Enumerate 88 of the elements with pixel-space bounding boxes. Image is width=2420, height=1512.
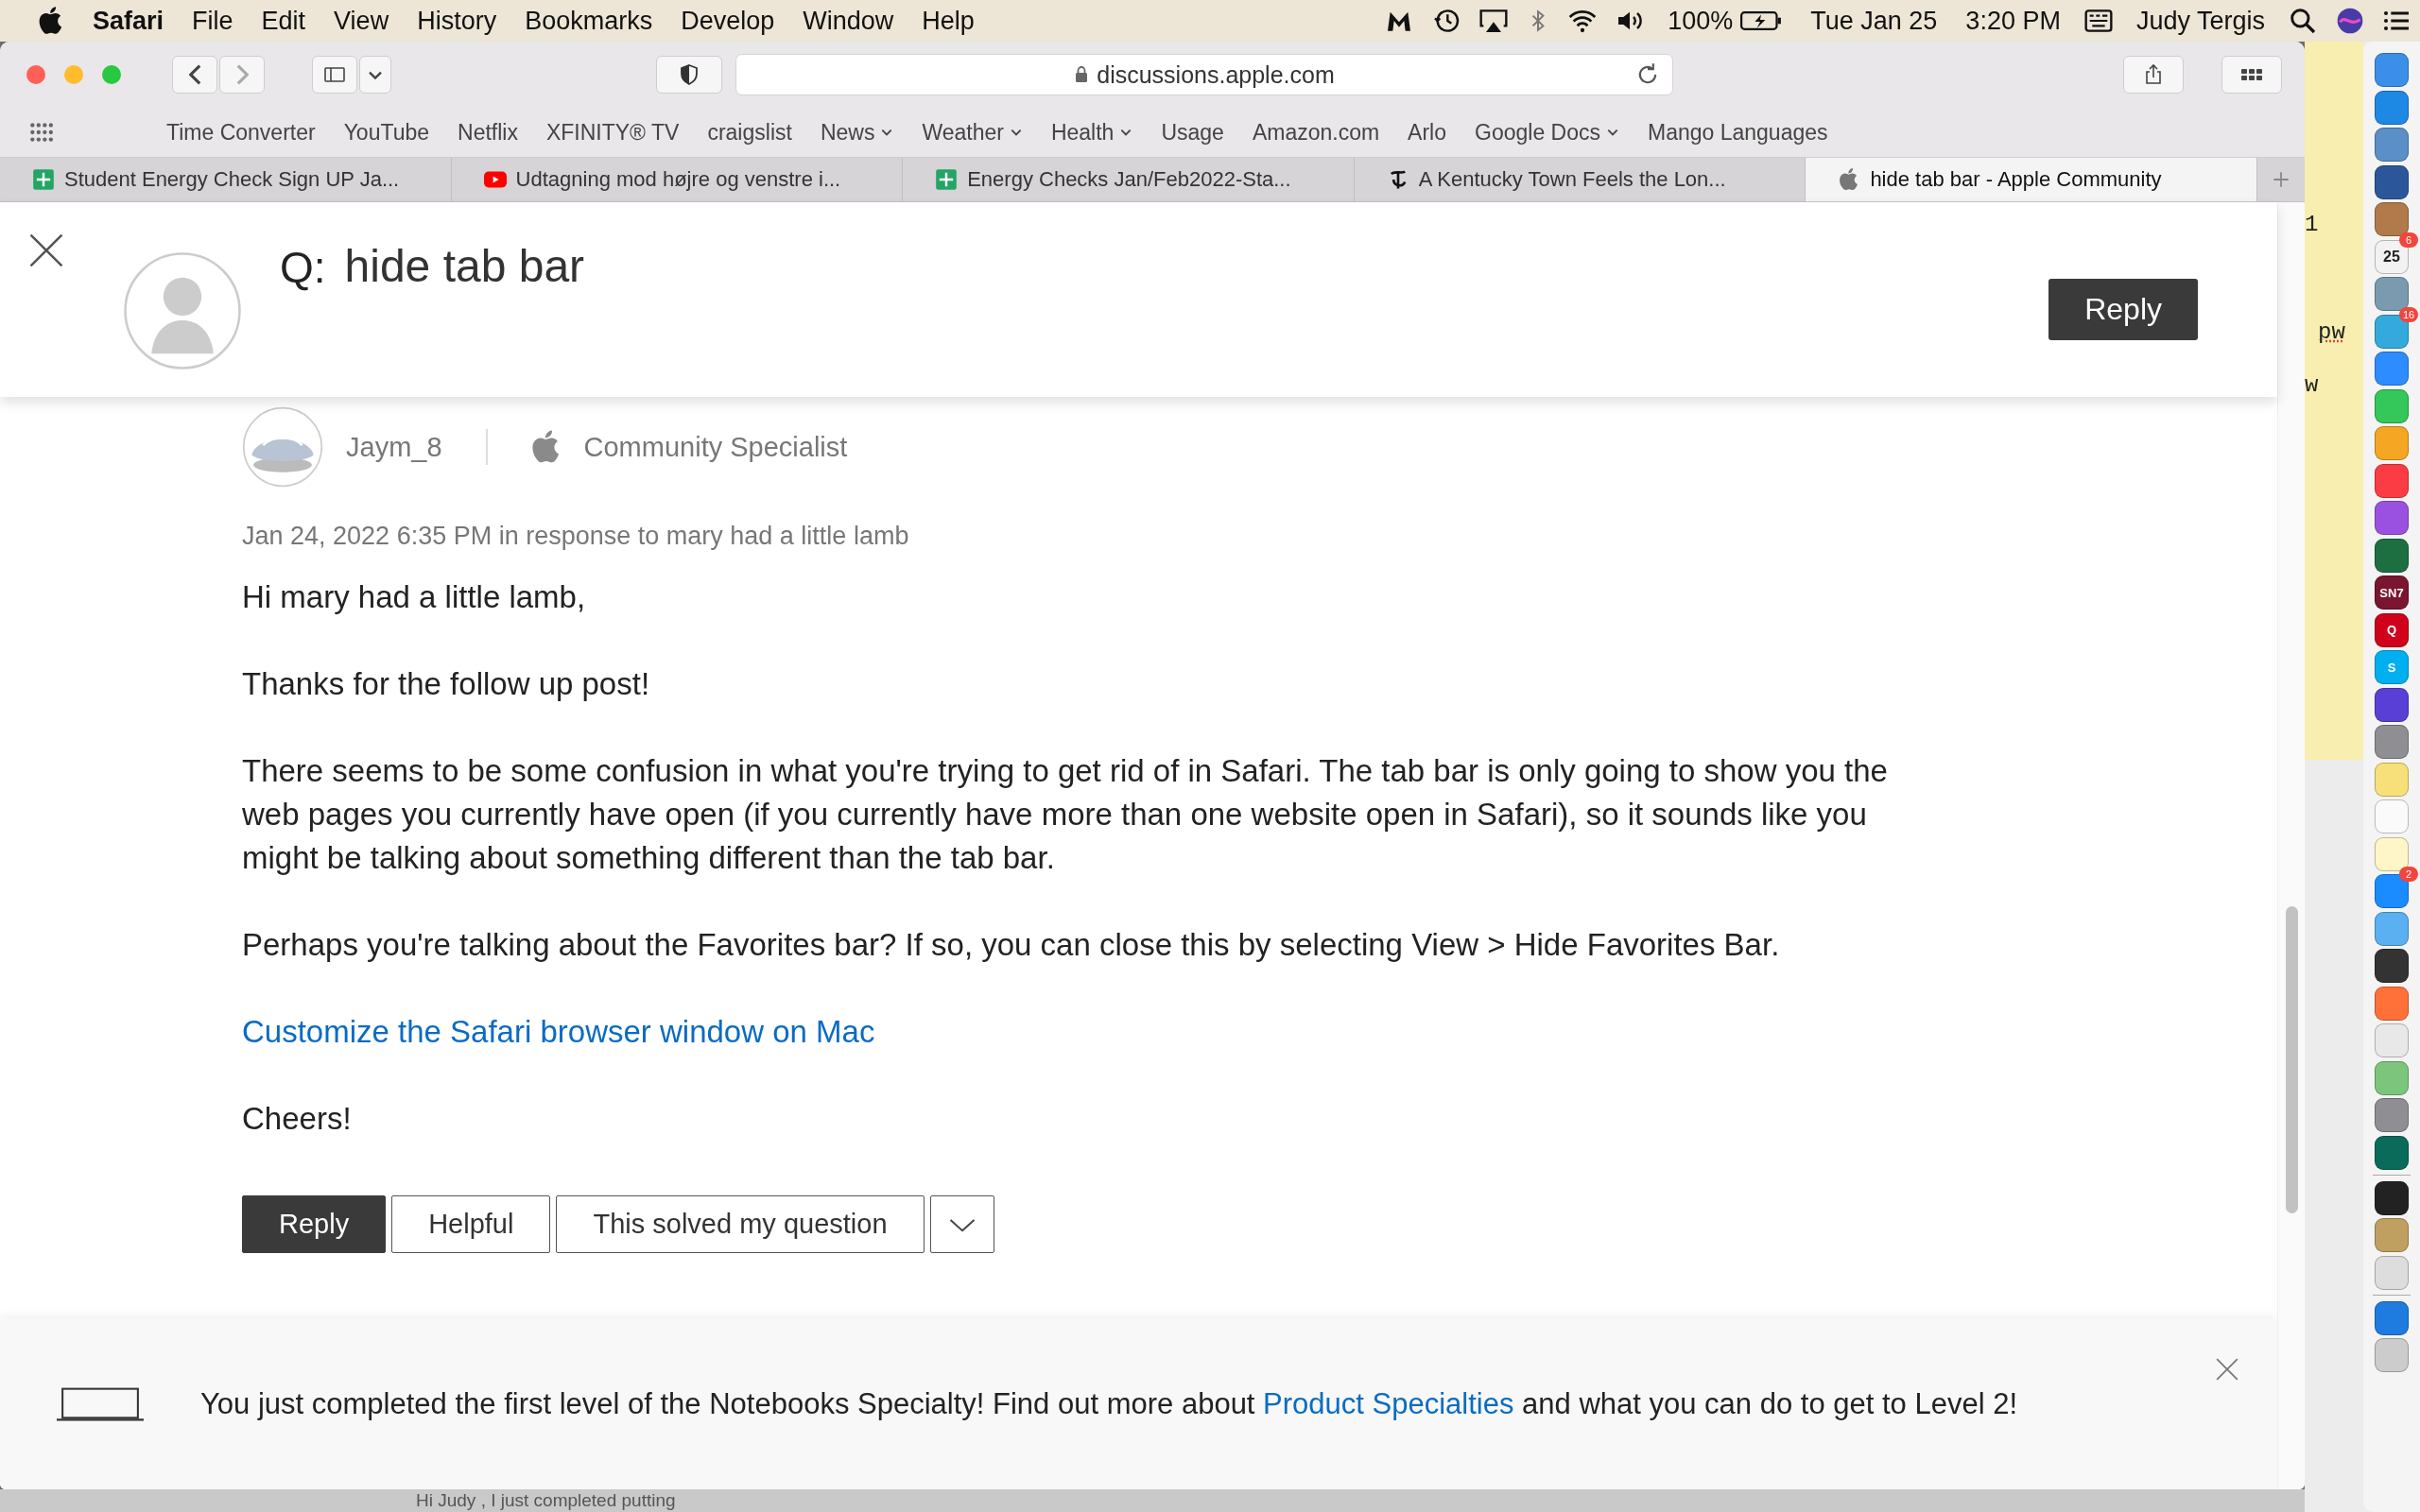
url-text: discussions.apple.com — [1097, 60, 1335, 89]
share-button[interactable] — [2123, 56, 2184, 94]
menu-item[interactable]: History — [417, 6, 497, 36]
bookmark-item[interactable]: Netflix — [458, 119, 518, 146]
post-action-button[interactable]: This solved my question — [556, 1195, 925, 1253]
bookmark-item[interactable]: craigslist — [707, 119, 792, 146]
question-title: hide tab bar — [344, 240, 585, 292]
menu-item[interactable]: Edit — [261, 6, 306, 36]
note-text: 1 — [2305, 212, 2319, 237]
bookmark-item[interactable]: Amazon.com — [1252, 119, 1380, 146]
browser-tab[interactable]: Student Energy Check Sign UP Ja... — [0, 158, 452, 201]
post-paragraph: There seems to be some confusion in what you're trying to get rid of in Safari. The tab bar is only going to show you the web pages you currently have open (if you currently have more than one website open in Safari), so it sounds like you might be talking about something different than the tab bar. — [242, 752, 1889, 877]
back-button[interactable] — [172, 56, 217, 94]
tab-overview-button[interactable] — [2221, 56, 2282, 94]
question-label: Q: — [280, 242, 326, 293]
author-name[interactable]: Jaym_8 — [346, 431, 442, 463]
bookmark-item[interactable]: Time Converter — [166, 119, 316, 146]
notification-badge: 2 — [2399, 867, 2418, 882]
scrollbar-thumb[interactable] — [2286, 906, 2298, 1213]
close-icon[interactable] — [28, 232, 64, 268]
note-text: w — [2305, 372, 2319, 398]
post-action-button[interactable]: Reply — [242, 1195, 387, 1253]
orb-icon[interactable] — [2335, 6, 2365, 36]
app-icon[interactable] — [2375, 1135, 2409, 1170]
bookmark-item[interactable]: Arlo — [1408, 119, 1446, 146]
banner-message: You just completed the first level of the Notebooks Specialty! Find out more about Product Specialties and what you can do to get to Level 2! — [200, 1387, 2019, 1421]
sidebar-button[interactable] — [312, 56, 357, 94]
chevron-right-icon — [235, 64, 249, 85]
bookmark-item[interactable]: Mango Languages — [1648, 119, 1828, 146]
app-icon[interactable] — [2375, 164, 2409, 199]
menu-item[interactable]: File — [192, 6, 233, 36]
shield-icon — [678, 63, 700, 86]
close-icon[interactable] — [2215, 1357, 2239, 1382]
post-action-button[interactable]: Helpful — [391, 1195, 551, 1253]
lock-icon — [1074, 65, 1090, 84]
laptop-icon — [57, 1385, 144, 1423]
app-icon[interactable] — [2375, 949, 2409, 983]
bookmark-item[interactable]: YouTube — [343, 119, 430, 146]
privacy-shield-button[interactable] — [656, 56, 722, 94]
app-menu[interactable]: Safari — [93, 6, 164, 36]
menu-item[interactable]: Help — [922, 6, 975, 36]
browser-tab[interactable]: Energy Checks Jan/Feb2022-Sta... — [903, 158, 1355, 201]
app-icon[interactable]: SN7 — [2375, 576, 2409, 610]
bookmark-item[interactable]: Health — [1050, 119, 1133, 146]
note-text: pw — [2318, 319, 2345, 345]
bookmark-item[interactable]: News — [820, 119, 894, 146]
app-icon[interactable] — [2375, 501, 2409, 535]
more-options-button[interactable] — [929, 1195, 994, 1253]
battery-icon[interactable] — [1740, 9, 1783, 32]
chevron-left-icon — [188, 64, 201, 85]
user-name[interactable]: Judy Tergis — [2135, 6, 2265, 36]
bookmark-item[interactable]: XFINITY® TV — [545, 119, 680, 146]
browser-tab[interactable]: hide tab bar - Apple Community — [1806, 158, 2257, 201]
apple-logo-icon[interactable] — [38, 7, 64, 35]
post-paragraph: Thanks for the follow up post! — [242, 665, 651, 703]
help-link[interactable]: Customize the Safari browser window on Mac — [242, 1014, 875, 1049]
date-text[interactable]: Tue Jan 25 — [1810, 6, 1938, 36]
notification-badge: 16 — [2399, 306, 2418, 322]
app-icon[interactable] — [2375, 1300, 2409, 1335]
sidebar-menu-button[interactable] — [359, 56, 391, 94]
app-icon[interactable] — [2375, 687, 2409, 722]
reply-button[interactable]: Reply — [2048, 278, 2198, 340]
post-meta: Jan 24, 2022 6:35 PM in response to mary had a little lamb — [242, 522, 910, 551]
post-paragraph: Cheers! — [242, 1100, 353, 1138]
post-paragraph: Hi mary had a little lamb, — [242, 578, 587, 616]
app-icon[interactable] — [2375, 1180, 2409, 1215]
menu-item[interactable]: Window — [803, 6, 894, 36]
menu-item[interactable]: Develop — [681, 6, 775, 36]
app-icon[interactable] — [2375, 538, 2409, 573]
app-icon[interactable]: Q — [2375, 612, 2409, 647]
apple-logo-icon — [530, 429, 562, 465]
background-window-text: Hi Judy , I just completed putting — [416, 1489, 677, 1512]
bookmark-item[interactable]: Weather — [922, 119, 1023, 146]
time-text[interactable]: 3:20 PM — [1965, 6, 2061, 36]
bookmark-item[interactable]: Usage — [1161, 119, 1224, 146]
browser-tab[interactable]: Udtagning mod højre og venstre i... — [451, 158, 904, 201]
specialties-link[interactable]: Product Specialties — [1263, 1387, 1514, 1420]
address-bar[interactable]: discussions.apple.com — [735, 54, 1673, 95]
bookmark-item[interactable]: Google Docs — [1475, 119, 1619, 146]
menu-item[interactable]: Bookmarks — [525, 6, 653, 36]
post-paragraph: Perhaps you're talking about the Favorites bar? If so, you can close this by selecting View > Hide Favorites Bar. — [242, 926, 1781, 964]
notification-badge: 6 — [2399, 232, 2418, 248]
search-icon[interactable] — [2288, 6, 2318, 36]
spreadsheet-icon — [935, 168, 959, 191]
menu-item[interactable]: View — [334, 6, 389, 36]
battery-percentage: 100% — [1668, 6, 1734, 36]
author-role: Community Specialist — [583, 431, 848, 463]
spreadsheet-icon — [32, 168, 55, 191]
